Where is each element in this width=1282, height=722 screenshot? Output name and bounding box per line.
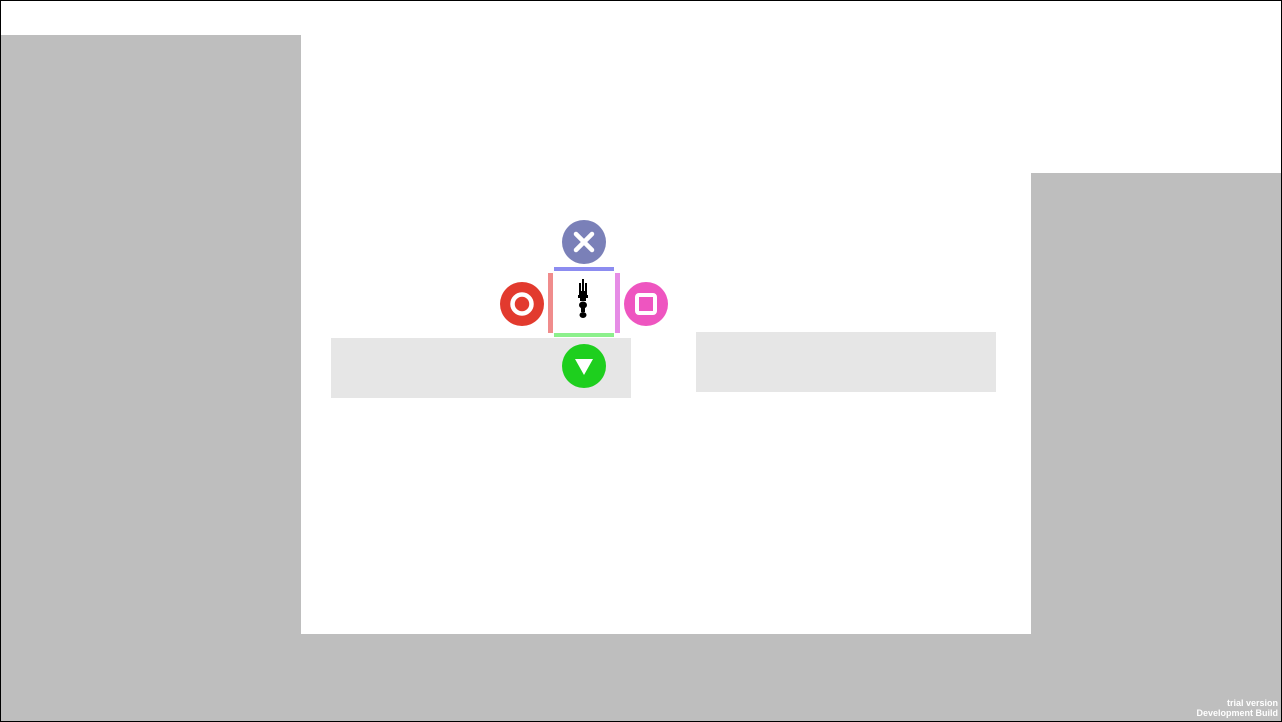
player-edge-top: [554, 267, 614, 271]
circle-icon: [510, 292, 534, 316]
circle-button[interactable]: [500, 282, 544, 326]
square-button[interactable]: [624, 282, 668, 326]
player-edge-bottom: [554, 333, 614, 337]
triangle-down-icon: [575, 359, 593, 375]
watermark-build: Development Build: [1196, 708, 1278, 718]
right-wall: [1031, 173, 1281, 721]
player-edge-right: [615, 273, 620, 333]
cross-icon: [573, 231, 595, 253]
left-wall: [1, 35, 301, 721]
square-icon: [635, 293, 657, 315]
platform-right: [696, 332, 996, 392]
watermark-trial: trial version: [1226, 698, 1278, 708]
player-edge-left: [548, 273, 553, 333]
game-viewport: trial version Development Build: [0, 0, 1282, 722]
cross-button[interactable]: [562, 220, 606, 264]
player-character: [571, 277, 595, 321]
build-watermark: trial version Development Build: [1196, 698, 1278, 718]
triangle-button[interactable]: [562, 344, 606, 388]
